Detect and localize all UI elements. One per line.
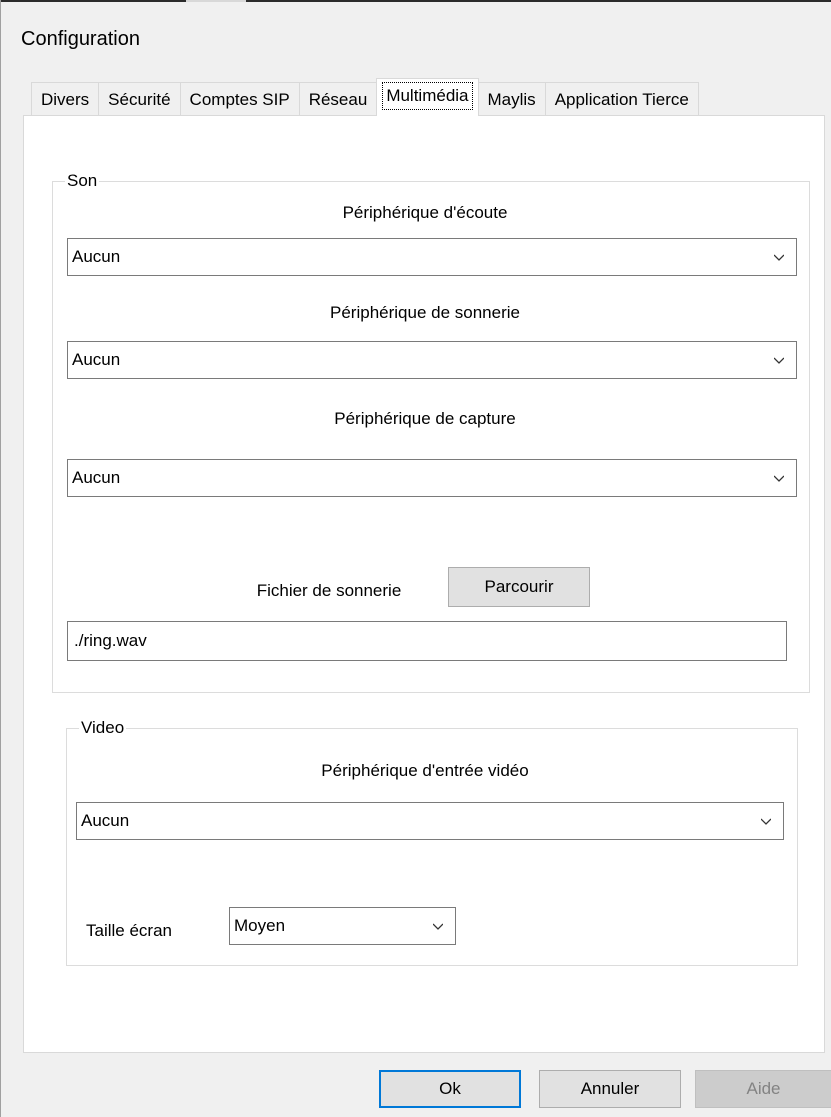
video-legend: Video bbox=[81, 718, 125, 737]
video-input-label: Périphérique d'entrée vidéo bbox=[321, 761, 529, 780]
video-input-select[interactable]: Aucun bbox=[76, 802, 784, 840]
help-button[interactable]: Aide bbox=[695, 1070, 831, 1108]
multimedia-panel: Son Périphérique d'écoute Aucun Périphér… bbox=[23, 115, 825, 1053]
video-input-value: Aucun bbox=[81, 811, 130, 830]
capture-device-select[interactable]: Aucun bbox=[67, 459, 797, 497]
browse-button[interactable]: Parcourir bbox=[448, 567, 590, 607]
tab-multimedia-label: Multimédia bbox=[382, 82, 473, 110]
chevron-down-icon bbox=[774, 475, 784, 482]
tab-application-tierce[interactable]: Application Tierce bbox=[544, 82, 699, 116]
capture-device-value: Aucun bbox=[72, 468, 121, 487]
tab-divers[interactable]: Divers bbox=[31, 82, 100, 116]
tab-maylis[interactable]: Maylis bbox=[477, 82, 546, 116]
window-title: Configuration bbox=[21, 28, 140, 50]
listen-device-label: Périphérique d'écoute bbox=[342, 203, 508, 222]
ringfile-label: Fichier de sonnerie bbox=[256, 581, 402, 600]
cancel-button[interactable]: Annuler bbox=[539, 1070, 681, 1108]
ring-device-select[interactable]: Aucun bbox=[67, 341, 797, 379]
listen-device-value: Aucun bbox=[72, 247, 121, 266]
configuration-window: Configuration Divers Sécurité Comptes SI… bbox=[0, 0, 831, 1117]
tab-reseau[interactable]: Réseau bbox=[298, 82, 378, 116]
tab-securite[interactable]: Sécurité bbox=[98, 82, 181, 116]
top-edge bbox=[1, 0, 831, 2]
son-legend: Son bbox=[67, 171, 98, 190]
capture-device-label: Périphérique de capture bbox=[334, 409, 516, 428]
tab-comptes-sip[interactable]: Comptes SIP bbox=[179, 82, 300, 116]
screen-size-value: Moyen bbox=[234, 916, 286, 935]
ringfile-input[interactable]: ./ring.wav bbox=[67, 621, 787, 661]
chevron-down-icon bbox=[433, 923, 443, 930]
tab-strip: Divers Sécurité Comptes SIP Réseau Multi… bbox=[31, 78, 699, 116]
chevron-down-icon bbox=[774, 357, 784, 364]
ring-device-value: Aucun bbox=[72, 350, 121, 369]
screen-size-label: Taille écran bbox=[86, 921, 172, 940]
ok-button[interactable]: Ok bbox=[379, 1070, 521, 1108]
tab-multimedia[interactable]: Multimédia bbox=[376, 78, 479, 116]
chevron-down-icon bbox=[761, 818, 771, 825]
ring-device-label: Périphérique de sonnerie bbox=[330, 303, 520, 322]
screen-size-select[interactable]: Moyen bbox=[229, 907, 456, 945]
chevron-down-icon bbox=[774, 254, 784, 261]
listen-device-select[interactable]: Aucun bbox=[67, 238, 797, 276]
